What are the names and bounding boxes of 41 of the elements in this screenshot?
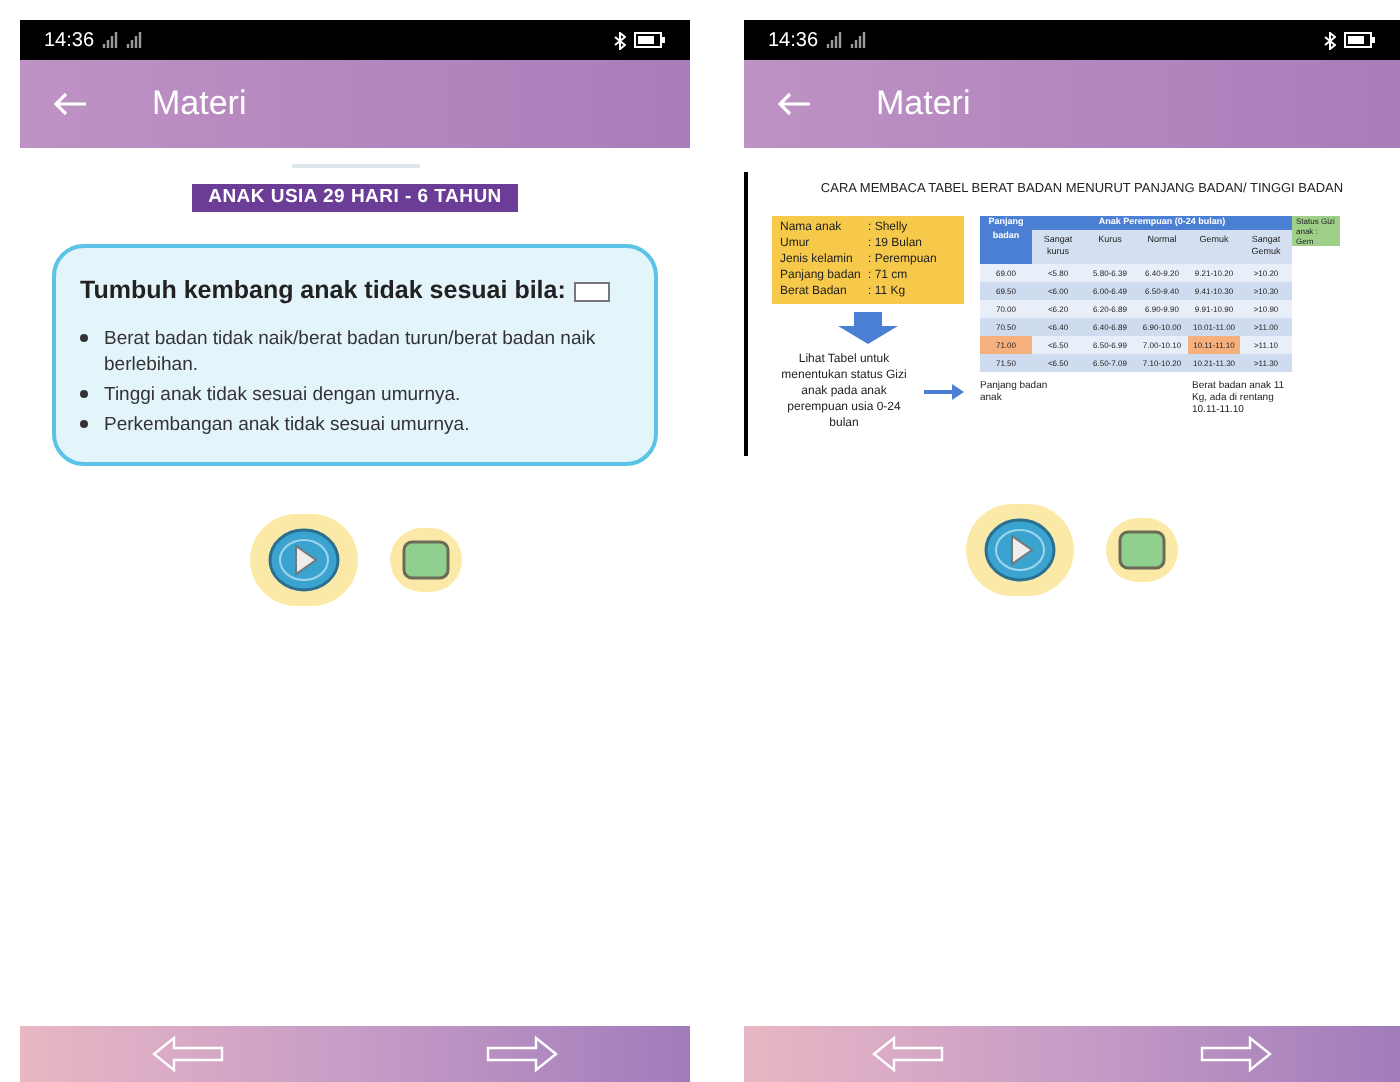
play-icon (267, 528, 339, 592)
page-title: Materi (152, 82, 247, 127)
stop-icon (1118, 529, 1166, 570)
stop-button[interactable] (1106, 517, 1178, 582)
back-button[interactable] (52, 92, 88, 116)
down-arrow-icon (838, 311, 898, 344)
signal-icon (826, 32, 871, 48)
right-arrow-icon (1200, 1036, 1272, 1072)
battery-icon (634, 32, 666, 48)
back-arrow-icon (52, 92, 88, 116)
back-arrow-icon (776, 92, 812, 116)
next-button[interactable] (486, 1036, 559, 1072)
card-heading: Tumbuh kembang anak tidak sesuai bila: (80, 274, 566, 309)
bullet-icon (80, 420, 88, 428)
previous-button[interactable] (151, 1036, 224, 1072)
bullet-text: Berat badan tidak naik/berat badan turun/berat badan naik berlebihan. (104, 326, 598, 378)
page-title: Materi (876, 82, 971, 127)
bluetooth-icon (1324, 31, 1336, 49)
blank-box (573, 281, 610, 302)
stop-icon (401, 540, 449, 580)
signal-icon (102, 32, 147, 48)
bullet-icon (80, 390, 88, 398)
right-arrow-icon (924, 383, 964, 400)
age-banner: ANAK USIA 29 HARI - 6 TAHUN (192, 184, 518, 213)
play-button[interactable] (966, 503, 1074, 596)
right-arrow-icon (486, 1036, 559, 1072)
bluetooth-icon (614, 31, 626, 49)
left-arrow-icon (872, 1036, 944, 1072)
status-time: 14:36 (768, 27, 819, 55)
left-arrow-icon (151, 1036, 224, 1072)
stop-button[interactable] (389, 528, 461, 592)
bullet-text: Tinggi anak tidak sesuai dengan umurnya. (104, 382, 461, 408)
back-button[interactable] (776, 92, 812, 116)
play-icon (984, 517, 1056, 582)
next-button[interactable] (1200, 1036, 1272, 1072)
status-time: 14:36 (44, 27, 95, 55)
bullet-text: Perkembangan anak tidak sesuai umurnya. (104, 412, 470, 438)
bullet-icon (80, 334, 88, 342)
previous-button[interactable] (872, 1036, 944, 1072)
play-button[interactable] (249, 514, 357, 606)
battery-icon (1344, 32, 1376, 48)
